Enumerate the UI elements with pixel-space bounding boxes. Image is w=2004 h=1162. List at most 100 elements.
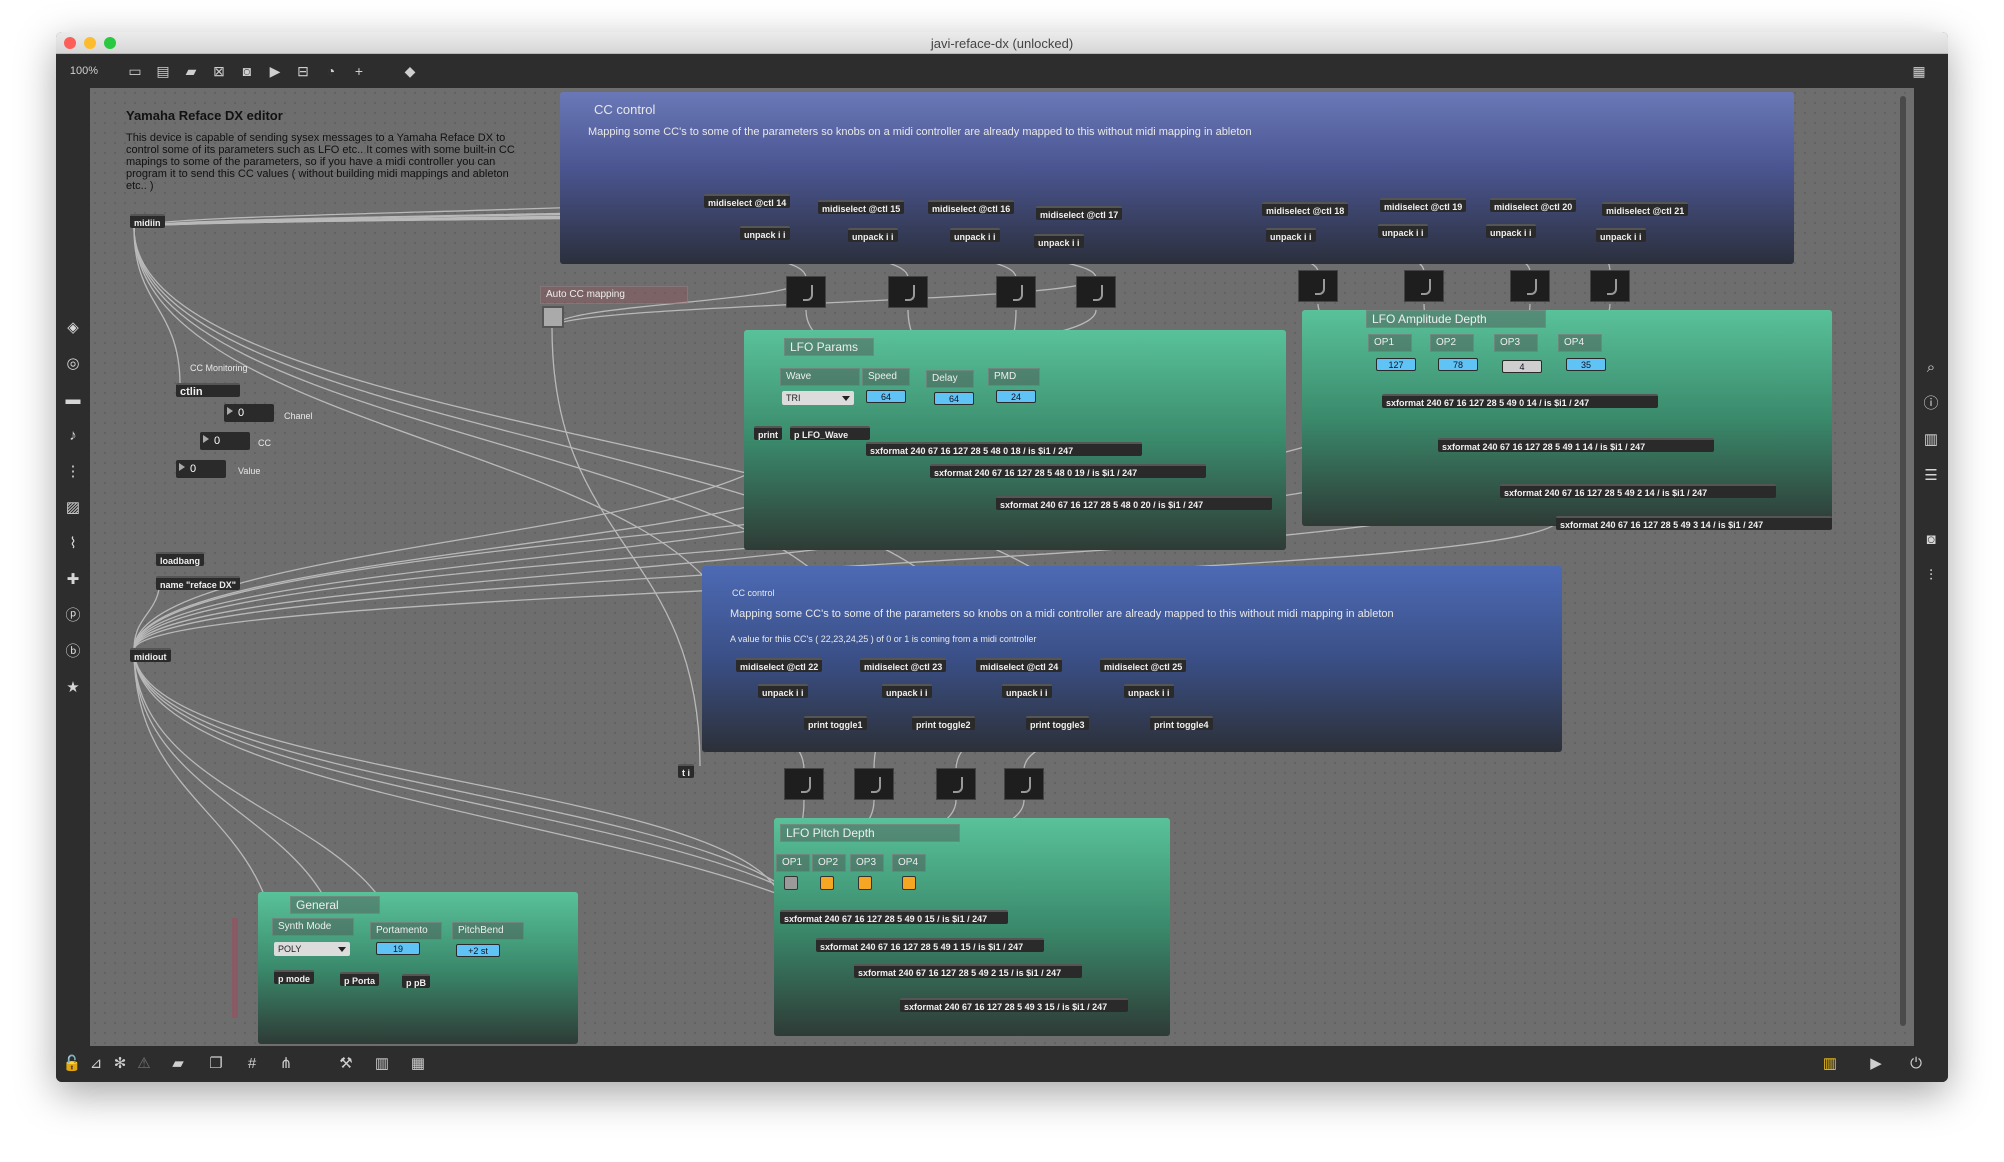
number-object-icon[interactable]: ▶ [266, 62, 284, 80]
gate-4[interactable] [1076, 276, 1116, 308]
sxformat-amp-op1[interactable]: sxformat 240 67 16 127 28 5 49 0 14 / is… [1382, 394, 1658, 408]
midiselect-ctl-17[interactable]: midiselect @ctl 17 [1036, 206, 1123, 220]
p-lfo-wave-object[interactable]: p LFO_Wave [790, 426, 870, 440]
snapshot-camera-icon[interactable]: ◙ [1921, 530, 1941, 550]
gate-b2[interactable] [854, 768, 894, 800]
p-porta-object[interactable]: p Porta [340, 972, 380, 986]
vertical-scrollbar[interactable] [1900, 96, 1906, 1026]
layers-icon[interactable]: ❐ [206, 1054, 226, 1074]
unpack-6[interactable]: unpack i i [1378, 224, 1428, 238]
keyboard-icon[interactable]: ▦ [408, 1054, 428, 1074]
gate-3[interactable] [996, 276, 1036, 308]
dial-object-icon[interactable]: ◔ [322, 62, 340, 80]
midiselect-ctl-20[interactable]: midiselect @ctl 20 [1490, 198, 1577, 212]
midiselect-ctl-21[interactable]: midiselect @ctl 21 [1602, 202, 1689, 216]
name-reface-object[interactable]: name "reface DX" [156, 576, 241, 590]
toggle-object-icon[interactable]: ◙ [238, 62, 256, 80]
power-icon[interactable]: ⏻ [1906, 1054, 1926, 1074]
print-toggle2[interactable]: print toggle2 [912, 716, 975, 730]
loadbang-object[interactable]: loadbang [156, 552, 204, 566]
slider-object-icon[interactable]: ⊟ [294, 62, 312, 80]
midiout-object[interactable]: midiout [130, 648, 171, 662]
midiselect-ctl-16[interactable]: midiselect @ctl 16 [928, 200, 1015, 214]
sxformat-pitch-op1[interactable]: sxformat 240 67 16 127 28 5 49 0 15 / is… [780, 910, 1008, 924]
image-icon[interactable]: ▨ [63, 498, 83, 518]
synth-mode-menu[interactable]: POLY [274, 942, 350, 956]
value-number[interactable]: 0 [176, 460, 226, 478]
pitch-op4-toggle[interactable] [902, 876, 916, 890]
lock-icon[interactable]: 🔓 [62, 1054, 82, 1074]
gate-8[interactable] [1590, 270, 1630, 302]
sxformat-amp-op3[interactable]: sxformat 240 67 16 127 28 5 49 2 14 / is… [1500, 484, 1776, 498]
midiselect-ctl-14[interactable]: midiselect @ctl 14 [704, 194, 791, 208]
music-note-icon[interactable]: ♪ [63, 426, 83, 446]
favorites-star-icon[interactable]: ★ [63, 678, 83, 698]
sxformat-lfo-speed[interactable]: sxformat 240 67 16 127 28 5 48 0 18 / is… [866, 442, 1142, 456]
p-mode-object[interactable]: p mode [274, 970, 315, 984]
unpack-7[interactable]: unpack i i [1486, 224, 1536, 238]
unpack-8[interactable]: unpack i i [1596, 228, 1646, 242]
paint-bucket-icon[interactable]: ◆ [400, 62, 420, 80]
auto-cc-mapping-toggle[interactable] [542, 306, 564, 328]
sxformat-lfo-pmd[interactable]: sxformat 240 67 16 127 28 5 48 0 20 / is… [996, 496, 1272, 510]
sxformat-pitch-op4[interactable]: sxformat 240 67 16 127 28 5 49 3 15 / is… [900, 998, 1128, 1012]
gate-b4[interactable] [1004, 768, 1044, 800]
unpack-1[interactable]: unpack i i [740, 226, 790, 240]
print-object[interactable]: print [754, 426, 782, 440]
sxformat-pitch-op2[interactable]: sxformat 240 67 16 127 28 5 49 1 15 / is… [816, 938, 1044, 952]
search-icon[interactable]: ⌕ [1921, 358, 1941, 378]
print-toggle3[interactable]: print toggle3 [1026, 716, 1089, 730]
unpack-b2[interactable]: unpack i i [882, 684, 932, 698]
amp-op3-number[interactable]: 4 [1502, 360, 1542, 373]
p-pb-object[interactable]: p pB [402, 974, 430, 988]
unpack-2[interactable]: unpack i i [848, 228, 898, 242]
delay-number[interactable]: 64 [934, 392, 974, 405]
piano-icon[interactable]: ▥ [372, 1054, 392, 1074]
cc-number[interactable]: 0 [200, 432, 250, 450]
amp-op2-number[interactable]: 78 [1438, 358, 1478, 371]
wave-menu[interactable]: TRI [782, 391, 854, 405]
button-object-icon[interactable]: ⊠ [210, 62, 228, 80]
unpack-b4[interactable]: unpack i i [1124, 684, 1174, 698]
sxformat-pitch-op3[interactable]: sxformat 240 67 16 127 28 5 49 2 15 / is… [854, 964, 1082, 978]
midiselect-ctl-22[interactable]: midiselect @ctl 22 [736, 658, 823, 672]
hierarchy-icon[interactable]: ⋔ [276, 1054, 296, 1074]
mixer-sliders-icon[interactable]: ⫶ [1921, 566, 1941, 586]
speed-number[interactable]: 64 [866, 390, 906, 403]
sequence-icon[interactable]: ⋮ [63, 462, 83, 482]
new-object-icon[interactable]: ▭ [126, 62, 144, 80]
wrench-icon[interactable]: ⚒ [336, 1054, 356, 1074]
gate-1[interactable] [786, 276, 826, 308]
midiselect-ctl-23[interactable]: midiselect @ctl 23 [860, 658, 947, 672]
reference-book-icon[interactable]: ▥ [1921, 430, 1941, 450]
target-icon[interactable]: ◎ [63, 354, 83, 374]
midiselect-ctl-15[interactable]: midiselect @ctl 15 [818, 200, 905, 214]
t-i-object[interactable]: t i [678, 764, 694, 778]
gate-b3[interactable] [936, 768, 976, 800]
midiselect-ctl-18[interactable]: midiselect @ctl 18 [1262, 202, 1349, 216]
gate-7[interactable] [1510, 270, 1550, 302]
sxformat-lfo-delay[interactable]: sxformat 240 67 16 127 28 5 48 0 19 / is… [930, 464, 1206, 478]
p-circle-icon[interactable]: ⓟ [63, 606, 83, 626]
attach-icon[interactable]: ⌇ [63, 534, 83, 554]
unpack-3[interactable]: unpack i i [950, 228, 1000, 242]
midiin-object[interactable]: midiin [130, 214, 165, 228]
midiselect-ctl-25[interactable]: midiselect @ctl 25 [1100, 658, 1187, 672]
chanel-number[interactable]: 0 [224, 404, 274, 422]
b-circle-icon[interactable]: ⓑ [63, 642, 83, 662]
portamento-number[interactable]: 19 [376, 942, 420, 955]
pitch-op2-toggle[interactable] [820, 876, 834, 890]
midiselect-ctl-19[interactable]: midiselect @ctl 19 [1380, 198, 1467, 212]
list-icon[interactable]: ☰ [1921, 466, 1941, 486]
device-icon[interactable]: ▬ [63, 390, 83, 410]
gate-6[interactable] [1404, 270, 1444, 302]
gate-2[interactable] [888, 276, 928, 308]
add-object-icon[interactable]: + [350, 62, 368, 80]
comment-icon[interactable]: ▰ [182, 62, 200, 80]
sxformat-amp-op4[interactable]: sxformat 240 67 16 127 28 5 49 3 14 / is… [1556, 516, 1832, 530]
packages-icon[interactable]: ◈ [63, 318, 83, 338]
info-icon[interactable]: ⓘ [1921, 394, 1941, 414]
dsp-icon[interactable]: ✻ [110, 1054, 130, 1074]
patcher-canvas[interactable]: Yamaha Reface DX editor This device is c… [90, 88, 1914, 1046]
presentation-icon[interactable]: ⊿ [86, 1054, 106, 1074]
